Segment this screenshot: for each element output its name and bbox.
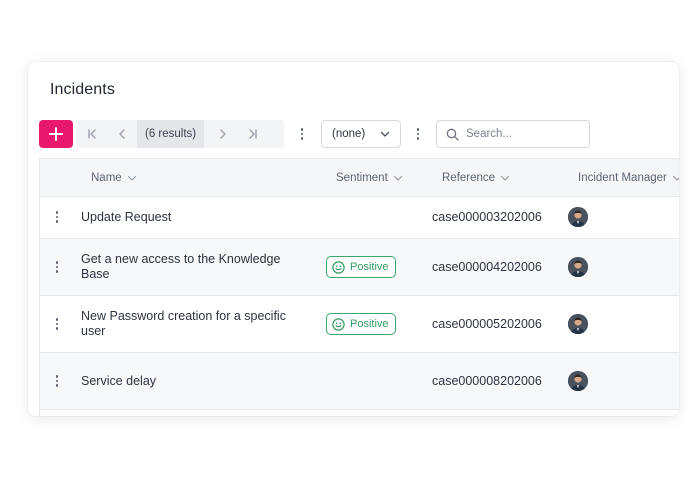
search-box: [436, 120, 590, 148]
kebab-dot: [55, 211, 59, 214]
column-label: Reference: [442, 172, 496, 184]
kebab-dot: [300, 137, 304, 140]
chevron-down-icon: [393, 175, 402, 181]
column-header-name[interactable]: Name: [91, 159, 137, 197]
avatar-icon: [568, 257, 588, 277]
chevron-right-icon: [220, 129, 226, 139]
chevron-left-icon: [119, 129, 125, 139]
kebab-dot: [55, 318, 59, 321]
kebab-dot: [300, 128, 304, 131]
incidents-table: Name Sentiment Reference Incident Manage…: [39, 158, 679, 416]
previous-page-button[interactable]: [107, 120, 137, 148]
incident-name: Update Request: [81, 210, 172, 224]
add-button[interactable]: [39, 120, 73, 148]
table-row[interactable]: Update Request case000003202006: [40, 197, 679, 239]
column-header-incident-manager[interactable]: Incident Manager: [578, 159, 679, 197]
kebab-dot: [55, 375, 59, 378]
column-label: Name: [91, 172, 122, 184]
next-page-button[interactable]: [208, 120, 238, 148]
row-actions-button[interactable]: [54, 261, 60, 273]
chevron-down-icon: [380, 131, 390, 137]
view-select-value: (none): [332, 128, 366, 140]
table-row[interactable]: Get a new access to the Knowledge Base P…: [40, 239, 679, 296]
table-row[interactable]: Service delay case000008202006: [40, 353, 679, 410]
avatar-icon: [568, 371, 588, 391]
column-label: Incident Manager: [578, 172, 667, 184]
incident-manager-avatar: [568, 314, 588, 334]
chevron-down-icon: [672, 175, 679, 181]
column-label: Sentiment: [336, 172, 388, 184]
toolbar: (6 results) (none): [28, 120, 679, 150]
smiley-icon: [332, 317, 345, 331]
kebab-dot: [55, 327, 59, 330]
search-icon: [446, 128, 459, 141]
last-page-button[interactable]: [238, 120, 268, 148]
sentiment-label: Positive: [350, 318, 389, 330]
first-page-button[interactable]: [77, 120, 107, 148]
column-header-reference[interactable]: Reference: [442, 159, 510, 197]
avatar-icon: [568, 207, 588, 227]
incident-reference: case000005202006: [432, 317, 542, 331]
search-input[interactable]: [466, 128, 576, 140]
table-header: Name Sentiment Reference Incident Manage…: [40, 159, 679, 197]
kebab-dot: [416, 128, 420, 131]
page-title: Incidents: [50, 81, 115, 98]
view-select[interactable]: (none): [321, 120, 401, 148]
kebab-dot: [55, 265, 59, 269]
smiley-icon: [332, 260, 345, 274]
sentiment-badge: Positive: [326, 313, 396, 335]
kebab-dot: [55, 384, 59, 387]
sentiment-badge: Positive: [326, 256, 396, 278]
column-header-sentiment[interactable]: Sentiment: [336, 159, 403, 197]
chevron-down-icon: [127, 175, 136, 181]
table-row[interactable]: New Password creation for a specific use…: [40, 296, 679, 353]
incident-manager-avatar: [568, 257, 588, 277]
kebab-dot: [55, 261, 59, 264]
kebab-dot: [55, 215, 59, 219]
incident-manager-avatar: [568, 371, 588, 391]
chevron-down-icon: [501, 175, 510, 181]
pager: (6 results): [77, 120, 284, 148]
incidents-panel: Incidents (6 results) (none) Search... N…: [28, 62, 679, 416]
kebab-dot: [55, 220, 59, 223]
plus-icon: [49, 127, 63, 141]
kebab-dot: [55, 270, 59, 273]
incident-name: Get a new access to the Knowledge Base: [81, 252, 281, 281]
last-page-icon: [249, 129, 257, 139]
kebab-dot: [55, 379, 59, 383]
more-options-button[interactable]: [412, 126, 424, 142]
row-actions-button[interactable]: [54, 375, 60, 387]
incident-manager-avatar: [568, 207, 588, 227]
incident-reference: case000004202006: [432, 260, 542, 274]
incident-reference: case000008202006: [432, 374, 542, 388]
incident-name: New Password creation for a specific use…: [81, 309, 286, 338]
incident-name: Service delay: [81, 374, 157, 388]
incident-reference: case000003202006: [432, 210, 542, 224]
kebab-dot: [416, 132, 420, 136]
more-actions-button[interactable]: [296, 126, 308, 142]
first-page-icon: [88, 129, 96, 139]
sentiment-label: Positive: [350, 261, 389, 273]
kebab-dot: [300, 132, 304, 136]
row-actions-button[interactable]: [54, 318, 60, 330]
avatar-icon: [568, 314, 588, 334]
results-count: (6 results): [137, 120, 205, 148]
kebab-dot: [416, 137, 420, 140]
row-actions-button[interactable]: [54, 211, 60, 223]
kebab-dot: [55, 322, 59, 326]
